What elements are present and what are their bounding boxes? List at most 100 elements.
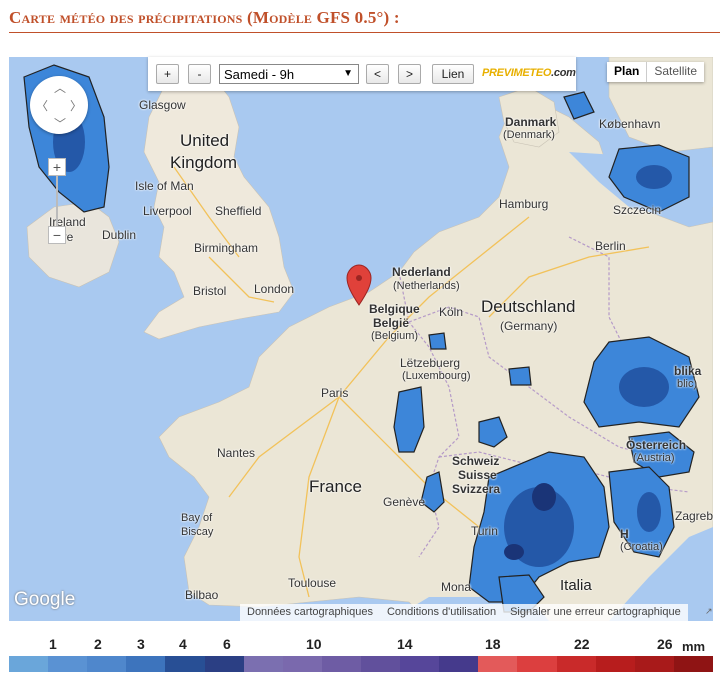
scale-label: 3 [137, 636, 145, 652]
google-logo: Google [14, 589, 76, 610]
scale-swatch [321, 656, 361, 672]
pan-right-icon[interactable]: 〉 [70, 97, 82, 114]
scale-swatch [204, 656, 244, 672]
label-birmingham: Birmingham [194, 241, 259, 255]
map-zoom-out-button[interactable]: − [48, 226, 66, 244]
zoom-in-button[interactable]: + [156, 64, 179, 84]
label-monaco: Mona [441, 580, 472, 594]
map-attribution: Données cartographiques Conditions d'uti… [240, 604, 688, 621]
map-type-satellite[interactable]: Satellite [647, 62, 704, 82]
label-croatia: (Croatia) [620, 541, 663, 553]
scale-swatch [9, 656, 49, 672]
map-zoom-in-button[interactable]: + [48, 158, 66, 176]
fullscreen-icon[interactable]: ↗ [705, 606, 713, 617]
map-canvas[interactable]: Glasgow United Kingdom Isle of Man Irela… [9, 57, 713, 621]
scale-swatch [556, 656, 596, 672]
label-hamburg: Hamburg [499, 197, 549, 211]
link-button[interactable]: Lien [432, 64, 474, 84]
precipitation-scale-labels: 1 2 3 4 6 10 14 18 22 26 mm [9, 636, 713, 656]
scale-swatch [517, 656, 557, 672]
scale-swatch [126, 656, 166, 672]
time-select-value: Samedi - 9h [224, 66, 295, 82]
brand-main: PREVIMETEO [482, 67, 552, 79]
scale-unit: mm [682, 639, 706, 654]
label-schweiz: Schweiz [452, 454, 500, 468]
scale-swatch [87, 656, 127, 672]
label-berlin: Berlin [595, 239, 626, 253]
scale-label: 4 [179, 636, 187, 652]
scale-label: 6 [223, 636, 231, 652]
map-type-plan[interactable]: Plan [607, 62, 648, 82]
label-geneve: Genève [383, 495, 426, 509]
scale-label: 1 [49, 636, 57, 652]
zoom-out-button[interactable]: - [188, 64, 211, 84]
pan-up-icon[interactable]: ︿ [54, 79, 66, 96]
scale-label: 14 [397, 636, 413, 652]
scale-label: 18 [485, 636, 501, 652]
pan-left-icon[interactable]: 〈 [36, 97, 48, 114]
zoom-control: + − [48, 158, 68, 244]
previmeteo-logo[interactable]: PREVIMETEO.com [482, 67, 576, 79]
scale-swatch [282, 656, 322, 672]
map-data-link[interactable]: Données cartographiques [240, 604, 380, 621]
label-austria: (Austria) [633, 452, 675, 464]
label-italia: Italia [560, 577, 592, 594]
label-deutschland: Deutschland [481, 297, 576, 316]
label-czech: blika [674, 364, 702, 378]
label-nantes: Nantes [217, 446, 256, 460]
label-luxembourg: (Luxembourg) [402, 370, 471, 382]
report-error-link[interactable]: Signaler une erreur cartographique [503, 604, 688, 621]
label-belgium: (Belgium) [371, 330, 419, 342]
label-kobenhavn: København [599, 117, 661, 131]
label-denmark: (Denmark) [503, 129, 555, 141]
scale-label: 26 [657, 636, 673, 652]
scale-swatch [243, 656, 283, 672]
previous-button[interactable]: < [366, 64, 389, 84]
scale-swatch [478, 656, 518, 672]
page-title: Carte météo des précipitations (Modèle G… [9, 8, 400, 27]
scale-swatch [439, 656, 479, 672]
title-divider [9, 32, 720, 33]
scale-swatch [165, 656, 205, 672]
scale-swatch [400, 656, 440, 672]
label-bristol: Bristol [193, 284, 227, 298]
label-svizzera: Svizzera [452, 482, 501, 496]
label-koln: Köln [439, 305, 464, 319]
scale-label: 10 [306, 636, 322, 652]
label-netherlands: (Netherlands) [393, 280, 460, 292]
label-belgique: Belgique [369, 302, 420, 316]
scale-label: 22 [574, 636, 590, 652]
map-basemap [23, 57, 713, 621]
label-hrvatska: H [620, 527, 629, 541]
time-select[interactable]: Samedi - 9h ▼ [219, 64, 359, 84]
label-turin: Turin [471, 524, 498, 538]
label-toulouse: Toulouse [288, 576, 337, 590]
label-zagreb: Zagreb [675, 509, 713, 523]
label-osterreich: Österreich [626, 438, 687, 452]
scale-swatch [595, 656, 635, 672]
label-liverpool: Liverpool [143, 204, 192, 218]
brand-suffix: .com [551, 67, 576, 79]
label-united: United [180, 131, 230, 150]
label-france: France [309, 477, 362, 496]
scale-swatch [48, 656, 88, 672]
pan-control[interactable]: ︿ ﹀ 〈 〉 [30, 76, 88, 134]
label-bilbao: Bilbao [185, 588, 219, 602]
label-nederland: Nederland [392, 265, 451, 279]
label-dublin: Dublin [102, 228, 137, 242]
label-isle-of-man: Isle of Man [135, 179, 194, 193]
label-danmark: Danmark [505, 115, 557, 129]
terms-link[interactable]: Conditions d'utilisation [380, 604, 503, 621]
label-bay-of: Bay of [181, 512, 213, 524]
pan-down-icon[interactable]: ﹀ [54, 115, 66, 132]
map-type-control: Plan Satellite [607, 62, 705, 82]
zoom-slider[interactable] [56, 176, 58, 226]
label-glasgow: Glasgow [139, 98, 186, 112]
label-paris: Paris [321, 386, 349, 400]
label-kingdom: Kingdom [170, 153, 238, 172]
scale-swatch [634, 656, 674, 672]
label-suisse: Suisse [458, 468, 497, 482]
map-toolbar: + - Samedi - 9h ▼ < > Lien PREVIMETEO.co… [148, 57, 576, 91]
next-button[interactable]: > [398, 64, 421, 84]
label-biscay: Biscay [181, 526, 214, 538]
